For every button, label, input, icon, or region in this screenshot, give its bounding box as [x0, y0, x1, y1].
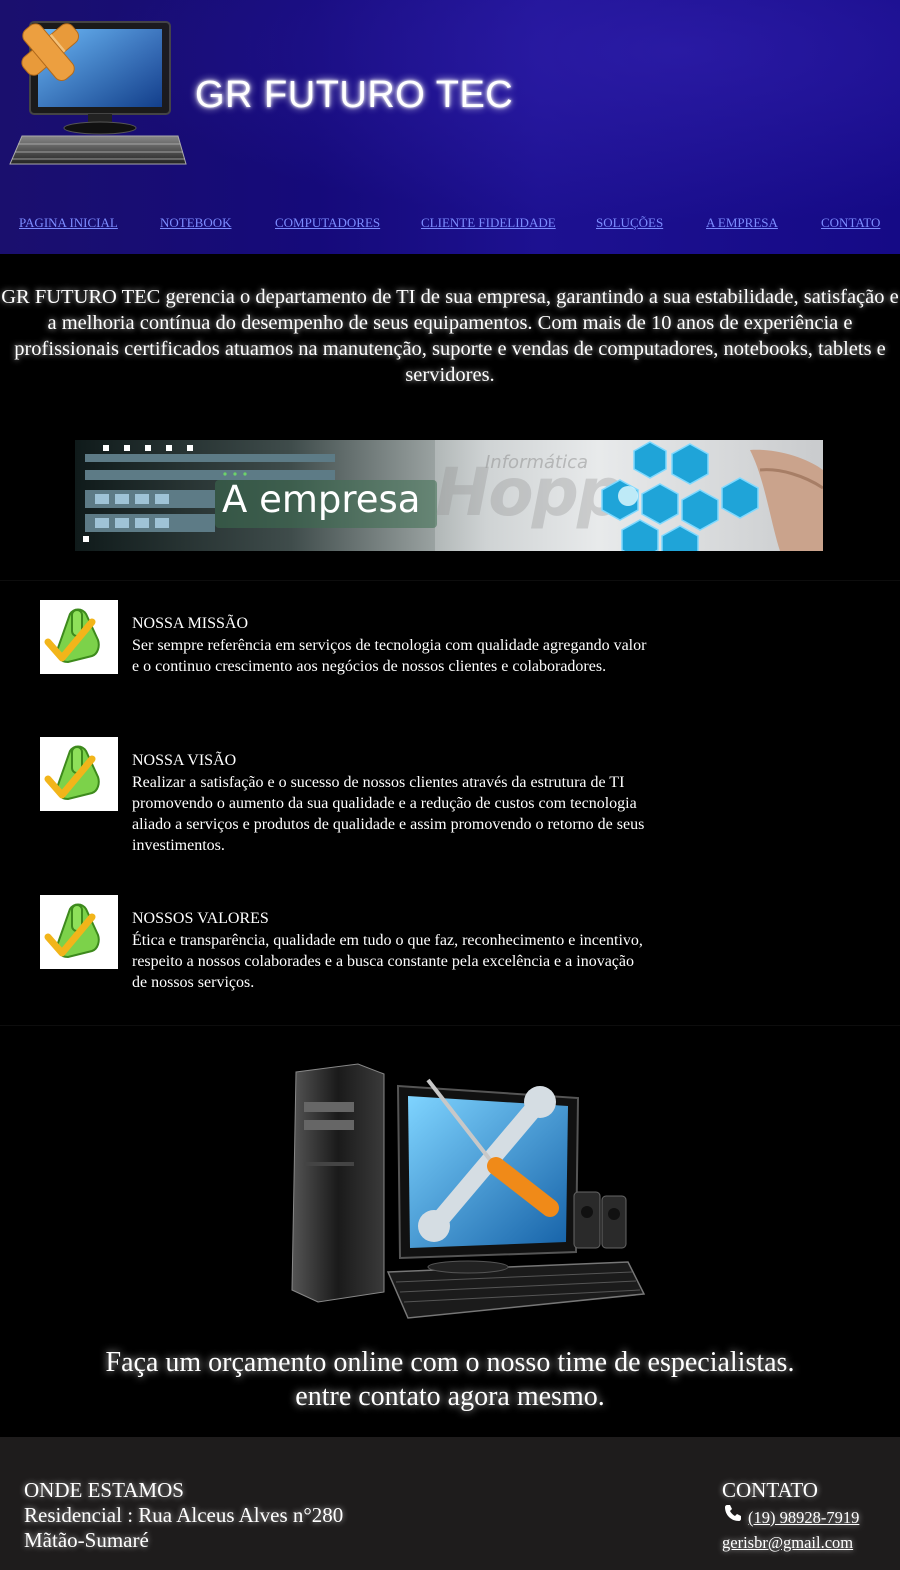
- footer-location-title: ONDE ESTAMOS: [24, 1478, 184, 1502]
- nav-pagina-inicial[interactable]: PAGINA INICIAL: [19, 215, 118, 231]
- feature-text: Realizar a satisfação e o sucesso de nos…: [132, 774, 645, 854]
- footer-phone-link[interactable]: (19) 98928-7919: [748, 1508, 859, 1528]
- nav-computadores[interactable]: COMPUTADORES: [275, 215, 380, 231]
- feature-text: Ser sempre referência em serviços de tec…: [132, 637, 647, 675]
- feature-missao: NOSSA MISSÃO Ser sempre referência em se…: [40, 600, 660, 700]
- cta-line1: Faça um orçamento online com o nosso tim…: [105, 1347, 795, 1378]
- footer-email-link[interactable]: gerisbr@gmail.com: [722, 1533, 853, 1553]
- phone-icon: [725, 1505, 741, 1521]
- feature-valores: NOSSOS VALORES Ética e transparência, qu…: [40, 895, 660, 995]
- feature-visao: NOSSA VISÃO Realizar a satisfação e o su…: [40, 737, 660, 857]
- check-hand-icon: [40, 737, 118, 811]
- footer-contact-title: CONTATO: [722, 1478, 818, 1502]
- section-divider: [0, 580, 900, 581]
- footer-content: ONDE ESTAMOS Residencial : Rua Alceus Al…: [0, 1437, 900, 1570]
- company-banner: A empresa Informática Hopp: [75, 440, 823, 551]
- computer-logo-icon[interactable]: [8, 20, 188, 168]
- pc-repair-image: [291, 1063, 646, 1319]
- main-nav: PAGINA INICIAL NOTEBOOK COMPUTADORES CLI…: [0, 215, 900, 235]
- site-title: GR FUTURO TEC: [195, 74, 514, 116]
- nav-notebook[interactable]: NOTEBOOK: [160, 215, 232, 231]
- banner-label: A empresa: [222, 478, 421, 521]
- nav-a-empresa[interactable]: A EMPRESA: [706, 215, 778, 231]
- nav-solucoes[interactable]: SOLUÇÕES: [596, 215, 663, 231]
- intro-text: GR FUTURO TEC gerencia o departamento de…: [1, 286, 899, 386]
- check-hand-icon: [40, 895, 118, 969]
- feature-title: NOSSA VISÃO: [132, 752, 237, 769]
- slider-dots: [103, 440, 208, 456]
- check-hand-icon: [40, 600, 118, 674]
- feature-title: NOSSA MISSÃO: [132, 615, 249, 632]
- call-to-action: Faça um orçamento online com o nosso tim…: [0, 1346, 900, 1414]
- footer-address: Residencial : Rua Alceus Alves n°280: [24, 1503, 344, 1527]
- site-header: GR FUTURO TEC PAGINA INICIAL NOTEBOOK CO…: [0, 0, 900, 254]
- feature-title: NOSSOS VALORES: [132, 910, 269, 927]
- feature-text: Ética e transparência, qualidade em tudo…: [132, 932, 643, 991]
- tech-hexagons-image: [601, 441, 823, 551]
- footer-city: Mãtão-Sumaré: [24, 1528, 149, 1552]
- nav-contato[interactable]: CONTATO: [821, 215, 880, 231]
- section-divider: [0, 1025, 900, 1026]
- cta-line2: entre contato agora mesmo.: [295, 1381, 605, 1412]
- slider-dot: [83, 536, 89, 542]
- nav-cliente-fidelidade[interactable]: CLIENTE FIDELIDADE: [421, 215, 556, 231]
